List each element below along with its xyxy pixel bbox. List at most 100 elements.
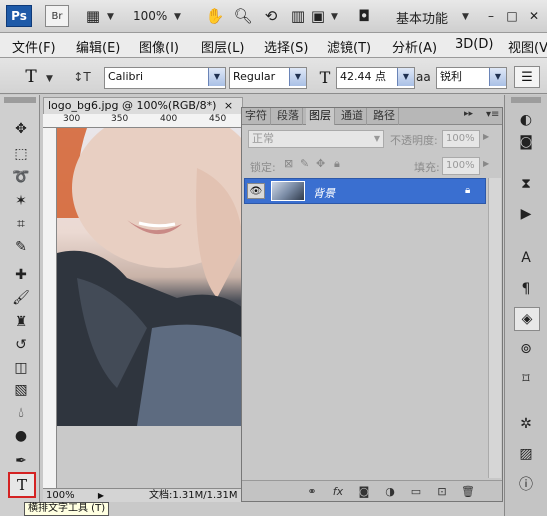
chevron-down-icon[interactable]: ▼ bbox=[331, 12, 338, 22]
menu-select[interactable]: 选择(S) bbox=[264, 37, 308, 56]
chevron-down-icon[interactable]: ▼ bbox=[462, 12, 469, 22]
document-tab[interactable]: logo_bg6.jpg @ 100%(RGB/8*) × bbox=[43, 97, 243, 114]
marquee-tool-icon[interactable]: ⬚ bbox=[10, 144, 32, 164]
chevron-right-icon[interactable]: ▶ bbox=[483, 132, 489, 141]
visibility-eye-icon[interactable]: 👁︎ bbox=[247, 183, 265, 199]
font-style-select[interactable]: Regular ▼ bbox=[229, 67, 307, 89]
chevron-down-icon[interactable]: ▼ bbox=[174, 12, 181, 22]
chevron-right-icon[interactable]: ▶ bbox=[483, 159, 489, 168]
info-icon[interactable]: ⓘ bbox=[514, 473, 538, 495]
status-menu-icon[interactable]: ▶ bbox=[95, 489, 107, 501]
healing-brush-icon[interactable]: ✚ bbox=[10, 265, 32, 285]
layer-style-icon[interactable]: fx bbox=[330, 483, 346, 499]
canvas-pasteboard[interactable] bbox=[57, 426, 243, 488]
canvas-photo[interactable] bbox=[57, 128, 243, 426]
font-style-value: Regular bbox=[233, 70, 276, 83]
lock-transparent-icon[interactable]: ⊠ bbox=[284, 157, 293, 170]
magic-wand-icon[interactable]: ✶ bbox=[10, 191, 32, 211]
eyedropper-icon[interactable]: ✎ bbox=[10, 237, 32, 257]
channels-icon[interactable]: ⊚ bbox=[514, 338, 538, 360]
grid-dropdown-icon[interactable]: ▥ bbox=[287, 6, 309, 26]
collapse-panel-icon[interactable]: ▸▸ bbox=[464, 109, 473, 119]
menu-file[interactable]: 文件(F) bbox=[12, 37, 56, 56]
swatches-icon[interactable]: ▨ bbox=[514, 443, 538, 465]
font-size-select[interactable]: 42.44 点 ▼ bbox=[336, 67, 415, 89]
panel-menu-icon[interactable]: ▾≡ bbox=[486, 109, 499, 120]
zoom-status[interactable]: 100% bbox=[46, 489, 75, 502]
new-group-icon[interactable]: ▭ bbox=[408, 483, 424, 499]
arrange-documents-icon[interactable]: ▣ bbox=[307, 6, 329, 26]
eraser-tool-icon[interactable]: ◫ bbox=[10, 358, 32, 378]
lasso-tool-icon[interactable]: ➰ bbox=[10, 167, 32, 187]
menu-image[interactable]: 图像(I) bbox=[139, 37, 179, 56]
history-brush-icon[interactable]: ↺ bbox=[10, 335, 32, 355]
close-button[interactable]: ✕ bbox=[525, 7, 543, 25]
new-layer-icon[interactable]: ⊡ bbox=[434, 483, 450, 499]
crop-tool-icon[interactable]: ⌗ bbox=[10, 214, 32, 234]
lock-all-icon[interactable]: 🔒︎ bbox=[334, 157, 340, 171]
adjustment-layer-icon[interactable]: ◑ bbox=[382, 483, 398, 499]
tab-paragraph[interactable]: 段落 bbox=[274, 108, 303, 125]
font-family-select[interactable]: Calibri ▼ bbox=[104, 67, 226, 89]
anti-alias-select[interactable]: 锐利 ▼ bbox=[436, 67, 507, 89]
delete-layer-icon[interactable]: 🗑︎ bbox=[460, 483, 476, 499]
rotate-view-icon[interactable]: ⟲ bbox=[260, 6, 282, 26]
horizontal-ruler[interactable]: 300 350 400 450 bbox=[43, 114, 243, 128]
character-icon[interactable]: A bbox=[514, 247, 538, 269]
lock-image-icon[interactable]: ✎ bbox=[300, 157, 309, 170]
styles-icon[interactable]: ✲ bbox=[514, 413, 538, 435]
align-left-icon[interactable]: ☰ bbox=[514, 66, 540, 88]
gradient-tool-icon[interactable]: ▧ bbox=[10, 380, 32, 400]
blur-tool-icon[interactable]: 💧︎ bbox=[10, 403, 32, 423]
clone-stamp-icon[interactable]: ♜ bbox=[10, 312, 32, 332]
vertical-ruler[interactable] bbox=[43, 128, 57, 488]
close-document-icon[interactable]: × bbox=[224, 99, 233, 112]
view-extras-icon[interactable]: ▦ bbox=[82, 6, 104, 26]
screen-mode-icon[interactable]: ◘ bbox=[353, 6, 375, 26]
chevron-down-icon[interactable]: ▼ bbox=[46, 74, 53, 84]
workspace-switcher[interactable]: 基本功能 bbox=[396, 8, 448, 27]
color-panel-icon[interactable]: ◐ bbox=[514, 109, 538, 131]
zoom-level-select[interactable]: 100% bbox=[133, 9, 167, 23]
menu-filter[interactable]: 滤镜(T) bbox=[327, 37, 371, 56]
add-mask-icon[interactable]: ◙ bbox=[356, 483, 372, 499]
tab-character[interactable]: 字符 bbox=[242, 108, 271, 125]
opacity-field[interactable]: 100% bbox=[442, 130, 480, 148]
link-layers-icon[interactable]: ⚭ bbox=[304, 483, 320, 499]
maximize-button[interactable]: □ bbox=[503, 7, 521, 25]
menu-3d[interactable]: 3D(D) bbox=[455, 37, 493, 52]
paths-icon[interactable]: ⌑ bbox=[514, 368, 538, 390]
history-icon[interactable]: ⧗ bbox=[514, 173, 538, 195]
layer-name[interactable]: 背景 bbox=[313, 185, 335, 201]
dock-grip[interactable] bbox=[511, 97, 541, 103]
hand-tool-icon[interactable]: ✋ bbox=[204, 6, 226, 26]
blend-mode-select[interactable]: 正常 ▼ bbox=[248, 130, 384, 148]
fill-field[interactable]: 100% bbox=[442, 157, 480, 175]
brush-tool-icon[interactable]: 🖌︎ bbox=[10, 288, 32, 308]
layers-icon[interactable]: ◈ bbox=[514, 307, 540, 331]
menu-edit[interactable]: 编辑(E) bbox=[76, 37, 120, 56]
menu-analysis[interactable]: 分析(A) bbox=[392, 37, 437, 56]
menu-view[interactable]: 视图(V) bbox=[508, 37, 547, 56]
layer-row-background[interactable]: 👁︎ 背景 🔒︎ bbox=[244, 178, 486, 204]
paragraph-icon[interactable]: ¶ bbox=[514, 278, 538, 300]
tool-preset-icon[interactable]: T bbox=[20, 66, 42, 88]
text-orientation-icon[interactable]: ↕T bbox=[72, 68, 92, 86]
move-tool-icon[interactable]: ✥ bbox=[10, 119, 32, 139]
navigator-icon[interactable]: ◙ bbox=[514, 131, 538, 153]
menu-layer[interactable]: 图层(L) bbox=[201, 37, 244, 56]
lock-position-icon[interactable]: ✥ bbox=[316, 157, 325, 170]
tab-layers[interactable]: 图层 bbox=[306, 108, 335, 125]
panel-grip[interactable] bbox=[4, 97, 36, 103]
tab-channels[interactable]: 通道 bbox=[338, 108, 367, 125]
pen-tool-icon[interactable]: ✒ bbox=[10, 451, 32, 471]
tab-paths[interactable]: 路径 bbox=[370, 108, 399, 125]
actions-icon[interactable]: ▶ bbox=[514, 203, 538, 225]
chevron-down-icon[interactable]: ▼ bbox=[107, 12, 114, 22]
layers-scrollbar[interactable] bbox=[488, 178, 501, 478]
bridge-button[interactable]: Br bbox=[45, 5, 69, 27]
dodge-tool-icon[interactable]: ● bbox=[10, 426, 32, 446]
zoom-tool-icon[interactable]: 🔍︎ bbox=[232, 6, 254, 26]
minimize-button[interactable]: – bbox=[482, 7, 500, 25]
horizontal-type-tool-icon[interactable]: T bbox=[8, 472, 36, 498]
